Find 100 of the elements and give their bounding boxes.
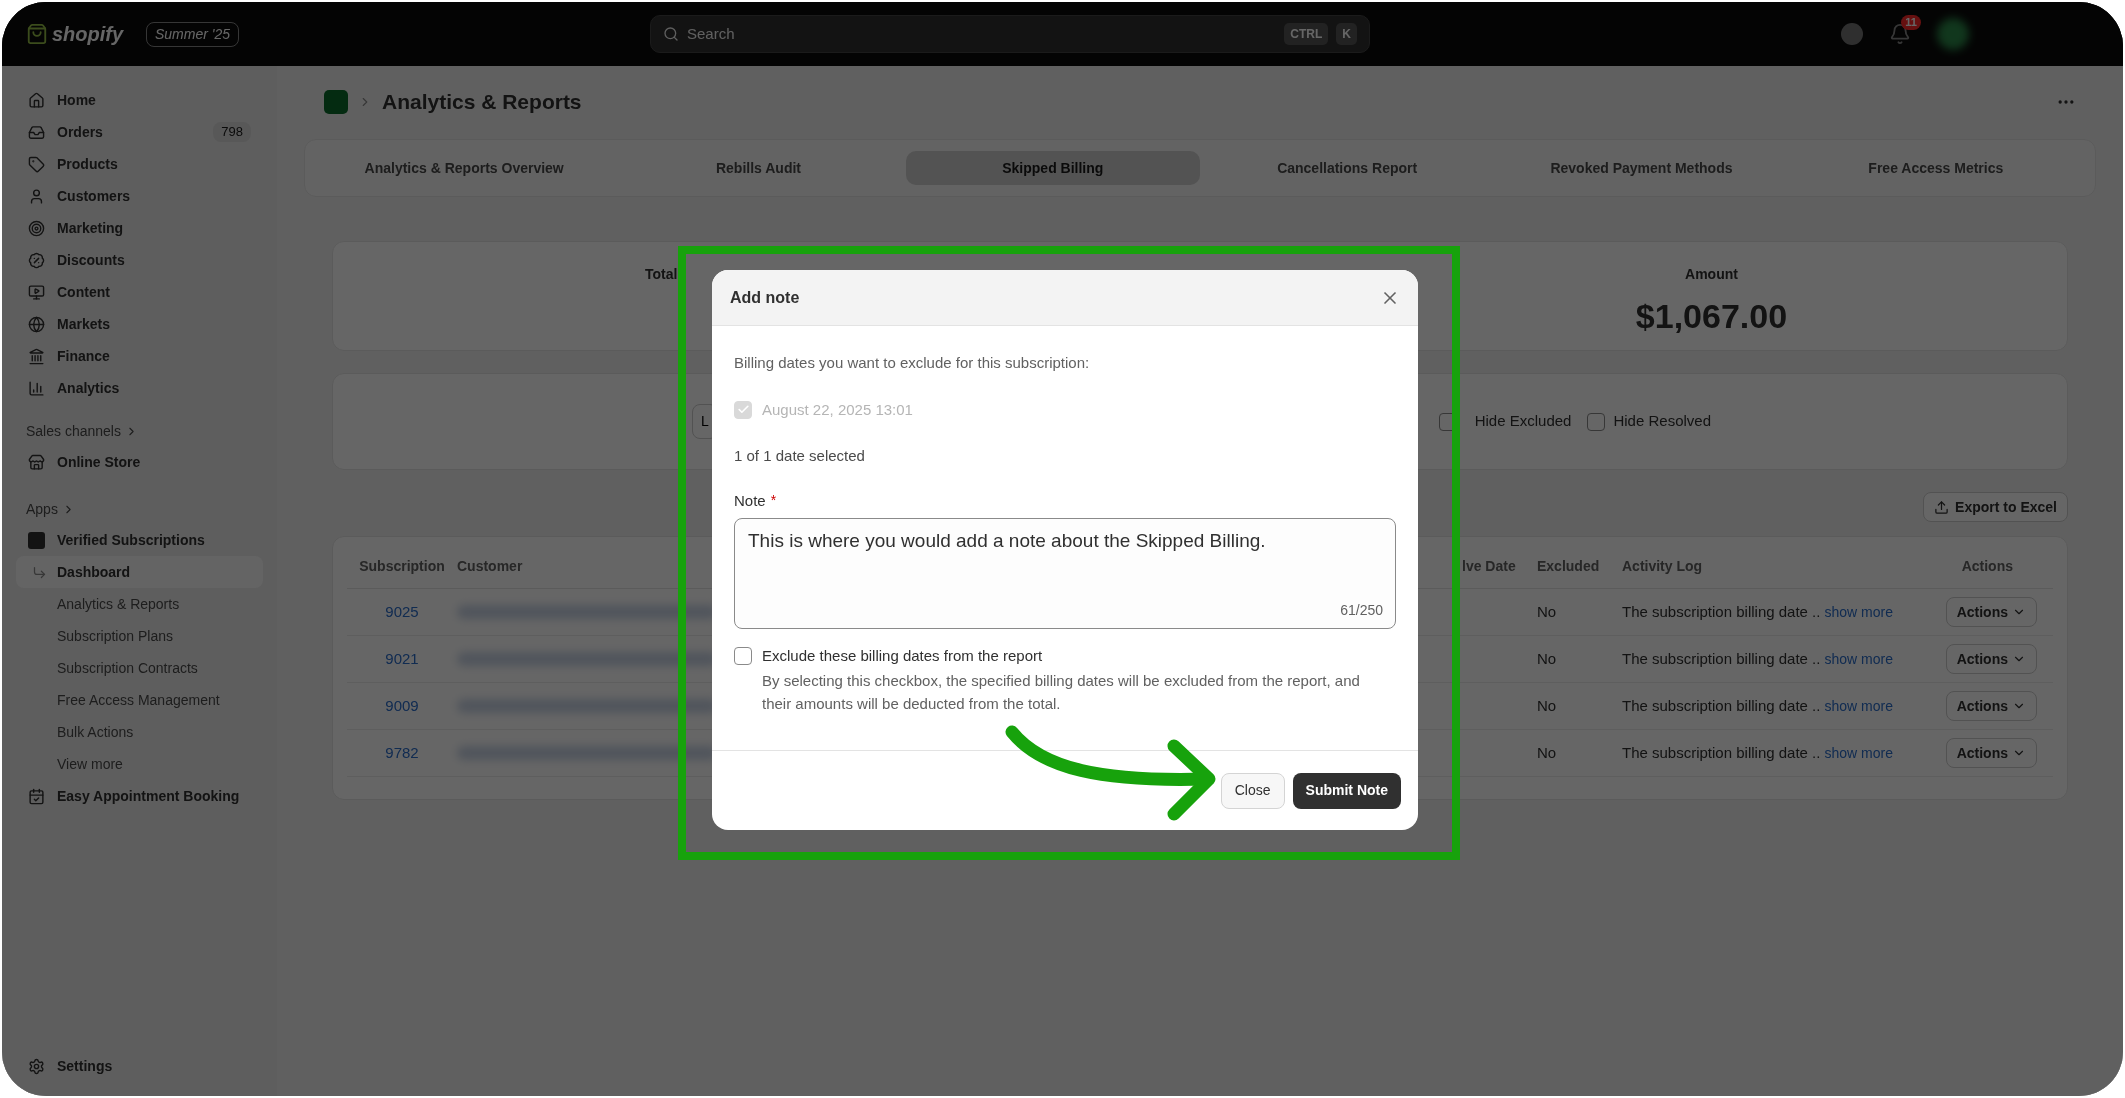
exclude-checkbox[interactable] <box>734 647 752 665</box>
sidebar-item[interactable]: Content <box>16 276 263 308</box>
show-more-link[interactable]: show more <box>1824 648 1893 670</box>
dialog-title: Add note <box>730 287 801 308</box>
tab[interactable]: Free Access Metrics <box>1788 151 2083 185</box>
sidebar-subitem[interactable]: View more <box>16 748 263 780</box>
table-cell-text: No <box>1537 648 1558 669</box>
close-button[interactable]: Close <box>1220 772 1285 809</box>
tab[interactable]: Rebills Audit <box>611 151 906 185</box>
tab[interactable]: Skipped Billing <box>905 151 1200 185</box>
inbox-icon <box>28 123 45 141</box>
show-more-link[interactable]: show more <box>1824 695 1893 717</box>
sidebar-item[interactable]: Analytics <box>16 372 263 404</box>
sidebar-item[interactable]: Marketing <box>16 212 263 244</box>
person-icon <box>28 187 45 205</box>
sidebar-item[interactable]: Verified Subscriptions <box>16 524 263 556</box>
sidebar-subitem[interactable]: Free Access Management <box>16 684 263 716</box>
submit-button[interactable]: Submit Note <box>1292 772 1401 809</box>
table-cell-text: The subscription billing date .. <box>1622 601 1821 622</box>
subscription-link[interactable]: 9782 <box>385 741 419 765</box>
home-icon <box>28 91 45 109</box>
export-button[interactable]: Export to Excel <box>1923 492 2068 522</box>
branch-icon <box>32 564 47 580</box>
field-label: Note <box>734 490 766 511</box>
show-more-link[interactable]: show more <box>1824 742 1893 764</box>
shortcut-key: CTRL <box>1284 23 1329 45</box>
page-title: Analytics & Reports <box>382 89 582 116</box>
subscription-link[interactable]: 9021 <box>385 647 419 671</box>
stat-value: $1,067.00 <box>1635 296 1788 337</box>
dialog-prompt: Billing dates you want to exclude for this subscription: <box>734 353 1091 373</box>
subscription-link[interactable]: 9025 <box>385 600 419 624</box>
column-header: Activity Log <box>1622 557 1704 576</box>
sidebar-item[interactable]: Markets <box>16 308 263 340</box>
date-label: August 22, 2025 13:01 <box>762 399 913 420</box>
checkbox-label: Hide Excluded <box>1474 411 1572 432</box>
sidebar-subitem[interactable]: Bulk Actions <box>16 716 263 748</box>
actions-button[interactable]: Actions <box>1945 644 2037 674</box>
required-mark: * <box>770 491 777 511</box>
checkbox-label: Hide Resolved <box>1613 411 1711 432</box>
bar-chart-icon <box>28 379 45 397</box>
edition-badge: Summer '25 <box>146 21 240 47</box>
actions-button[interactable]: Actions <box>1945 738 2037 768</box>
section-heading[interactable]: Sales channels <box>26 420 121 442</box>
app-logo-icon <box>324 90 348 114</box>
tab[interactable]: Cancellations Report <box>1200 151 1495 185</box>
table-cell-text: No <box>1537 742 1558 763</box>
tag-icon <box>28 155 45 173</box>
app-logo-icon <box>28 531 45 549</box>
section-heading[interactable]: Apps <box>26 498 58 520</box>
sidebar-subitem[interactable]: Analytics & Reports <box>16 588 263 620</box>
table-cell-text: The subscription billing date .. <box>1622 648 1821 669</box>
column-header: Subscription <box>359 557 445 576</box>
subscription-link[interactable]: 9009 <box>385 694 419 718</box>
search-field[interactable]: Search <box>687 22 1277 46</box>
settings-icon <box>28 1057 45 1075</box>
sidebar-item[interactable]: Products <box>16 148 263 180</box>
tab[interactable]: Analytics & Reports Overview <box>317 151 612 185</box>
column-header: Actions <box>1961 557 2014 576</box>
sidebar-item[interactable]: Orders 798 <box>16 116 263 148</box>
column-header: lve Date <box>1462 557 1517 576</box>
sidebar-item[interactable]: Easy Appointment Booking <box>16 780 263 812</box>
column-header: Customer <box>457 557 524 576</box>
actions-button[interactable]: Actions <box>1945 597 2037 627</box>
shortcut-key: K <box>1336 23 1357 45</box>
table-cell-text: The subscription billing date .. <box>1622 742 1821 763</box>
search-icon <box>663 26 679 42</box>
table-cell-text: The subscription billing date .. <box>1622 695 1821 716</box>
show-more-link[interactable]: show more <box>1824 601 1893 623</box>
sidebar-subitem[interactable]: Subscription Contracts <box>16 652 263 684</box>
percent-badge-icon <box>28 251 45 269</box>
target-icon <box>28 219 45 237</box>
notification-count: 11 <box>1901 15 1921 30</box>
checkbox[interactable] <box>1587 412 1606 431</box>
character-counter: 61/250 <box>1340 601 1383 620</box>
sidebar-subitem[interactable]: Subscription Plans <box>16 620 263 652</box>
table-cell-text: No <box>1537 601 1558 622</box>
shopping-bag-icon <box>26 23 48 45</box>
sidebar-item[interactable]: Customers <box>16 180 263 212</box>
checkbox-description: By selecting this checkbox, the specified billing dates will be excluded from the report, and their amounts will be deducted from the total. <box>762 671 1361 714</box>
table-cell-text: No <box>1537 695 1558 716</box>
stat-label: Amount <box>1685 265 1738 284</box>
calendar-icon <box>28 787 45 805</box>
sidebar-item[interactable]: Discounts <box>16 244 263 276</box>
globe-icon <box>28 315 45 333</box>
sidebar-item[interactable]: Finance <box>16 340 263 372</box>
actions-button[interactable]: Actions <box>1945 691 2037 721</box>
monitor-icon <box>28 283 45 301</box>
checkbox-label: Exclude these billing dates from the report <box>762 647 1044 665</box>
order-count: 798 <box>213 122 251 142</box>
avatar[interactable] <box>1937 18 1969 50</box>
logo-text: shopify <box>52 22 124 47</box>
tab[interactable]: Revoked Payment Methods <box>1494 151 1789 185</box>
sidebar-item[interactable]: Home <box>16 84 263 116</box>
upload-icon <box>1934 499 1950 515</box>
sidebar-item[interactable]: Settings <box>16 1050 263 1082</box>
bank-icon <box>28 347 45 365</box>
sidebar-item[interactable]: Online Store <box>16 446 263 478</box>
search-bar[interactable]: Search CTRL K <box>650 15 1370 53</box>
stat-label: Total <box>645 265 678 284</box>
sidebar-subitem[interactable]: Dashboard <box>16 556 263 588</box>
